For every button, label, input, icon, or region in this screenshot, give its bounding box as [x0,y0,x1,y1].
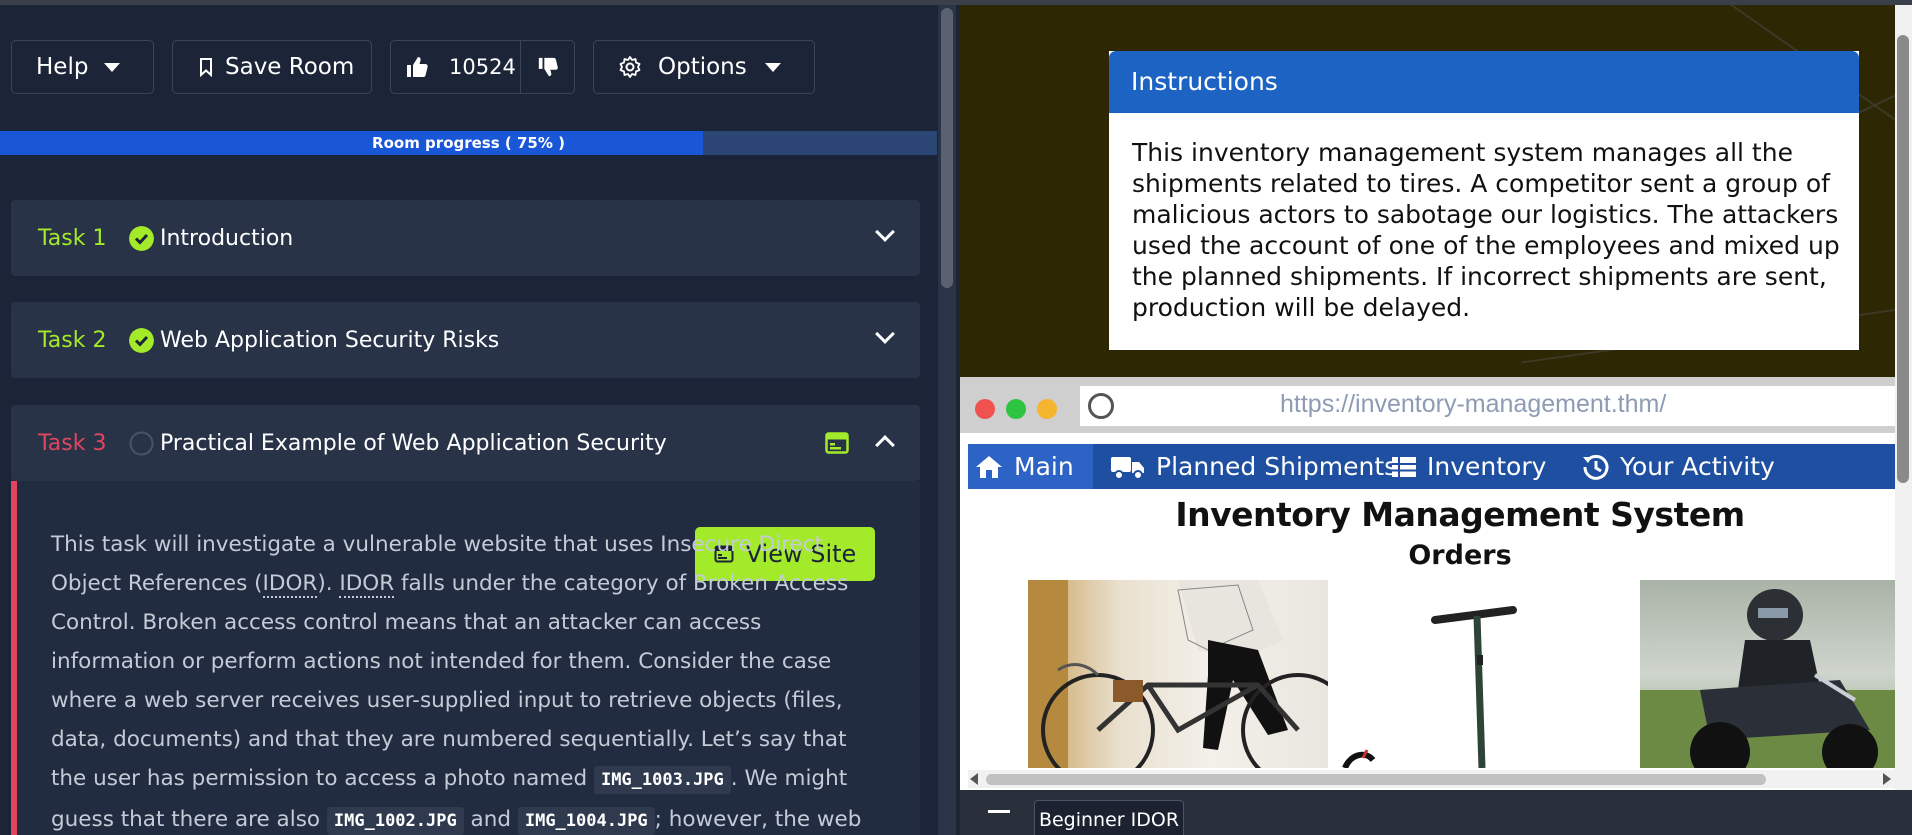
chevron-down-icon [875,222,895,242]
save-room-label: Save Room [225,54,355,80]
options-button[interactable]: Options [593,40,815,94]
options-label: Options [658,54,747,80]
like-count: 10524 [449,55,516,79]
room-panel: Help Save Room 10524 Options Room progre… [0,0,938,835]
site-title: Inventory Management System [1175,495,1745,534]
left-scrollbar-thumb[interactable] [941,8,953,288]
task-title: Web Application Security Risks [160,327,500,353]
task-2-header[interactable]: Task 2 Web Application Security Risks [11,302,920,378]
task-title: Introduction [160,225,294,251]
instructions-body: This inventory management system manages… [1132,138,1840,322]
minimize-dot[interactable] [1037,399,1057,419]
machine-vertical-scrollbar[interactable] [1895,5,1912,790]
compass-icon [1088,393,1114,419]
nav-main-label: Main [1014,452,1074,481]
motorcycle-illustration [1640,589,1895,768]
help-label: Help [36,54,89,80]
text-segment: ). [317,571,340,596]
instructions-header: Instructions [1109,51,1859,113]
task-title: Practical Example of Web Application Sec… [160,430,667,456]
thumbs-down-icon [538,57,558,77]
nav-your-activity[interactable]: Your Activity [1582,444,1775,489]
bookmark-icon [200,57,212,77]
nav-planned-shipments-label: Planned Shipments [1156,452,1398,481]
nav-inventory[interactable]: Inventory [1391,444,1546,489]
idor-abbreviation: IDOR [339,571,395,598]
text-segment: ; however, the web [654,807,862,832]
home-icon [976,455,1002,478]
chevron-down-icon [875,324,895,344]
close-dot[interactable] [975,399,995,419]
site-nav: Main Planned Shipments Inventory Your Ac… [968,444,1895,489]
empty-circle-icon [129,431,154,455]
task-number: Task 2 [38,327,107,353]
nav-inventory-label: Inventory [1427,452,1547,481]
filename-code: IMG_1004.JPG [517,807,655,835]
bicycle-illustration [1028,580,1328,768]
chevron-down-icon [104,62,121,72]
task-number: Task 1 [38,225,107,251]
dislike-button[interactable] [521,41,574,93]
like-button[interactable]: 10524 [391,41,516,93]
machine-bottom-bar: Beginner IDOR [960,790,1912,835]
truck-icon [1111,456,1144,480]
chevron-down-icon [764,62,781,72]
save-room-button[interactable]: Save Room [172,40,372,94]
chevron-up-icon[interactable] [875,435,895,455]
orders-heading: Orders [1408,540,1512,571]
filename-code: IMG_1003.JPG [593,766,731,794]
browser-window: https://inventory-management.thm/ Main P… [960,377,1895,790]
text-segment: falls under the category of Broken Acces… [51,571,849,791]
machine-panel: Instructions This inventory management s… [960,5,1912,835]
scroll-left-icon[interactable] [970,773,978,785]
scooter-illustration [1342,606,1517,768]
task-1-header[interactable]: Task 1 Introduction [11,200,920,276]
scroll-right-icon[interactable] [1883,773,1891,785]
text-segment: and [463,807,518,832]
browser-horizontal-scrollbar[interactable] [968,770,1895,788]
thumbs-up-icon [407,57,428,77]
instructions-panel: Instructions This inventory management s… [1109,51,1859,350]
idor-abbreviation: IDOR [262,571,318,598]
nav-planned-shipments[interactable]: Planned Shipments [1110,444,1397,489]
motorcycle-image [1640,580,1895,768]
task-number: Task 3 [38,430,107,456]
task-3-header[interactable]: Task 3 Practical Example of Web Applicat… [11,405,920,481]
filename-code: IMG_1002.JPG [326,807,464,835]
room-progress-bar: Room progress ( 75% ) [0,131,937,155]
machine-tab[interactable]: Beginner IDOR [1034,800,1184,835]
task-3-description: This task will investigate a vulnerable … [51,525,871,835]
url-text: https://inventory-management.thm/ [1280,390,1667,418]
help-button[interactable]: Help [11,40,154,94]
address-bar[interactable]: https://inventory-management.thm/ [1080,386,1895,426]
check-circle-icon [129,327,154,353]
scooter-image [1335,580,1630,768]
vote-group: 10524 [390,40,575,94]
gear-icon [619,56,641,78]
history-icon [1583,454,1609,480]
nav-main[interactable]: Main [974,444,1074,489]
window-top-border [0,0,1912,5]
browser-horizontal-thumb[interactable] [986,774,1766,785]
maximize-dot[interactable] [1006,399,1026,419]
browser-window-icon[interactable] [825,432,849,454]
browser-toolbar: https://inventory-management.thm/ [960,377,1895,433]
table-icon [1392,456,1416,477]
room-progress-label: Room progress ( 75% ) [372,134,565,152]
machine-vertical-thumb[interactable] [1897,35,1909,483]
nav-your-activity-label: Your Activity [1620,452,1775,481]
minimize-icon[interactable] [988,810,1010,813]
check-circle-icon [129,225,154,251]
bicycle-image [1028,580,1328,768]
